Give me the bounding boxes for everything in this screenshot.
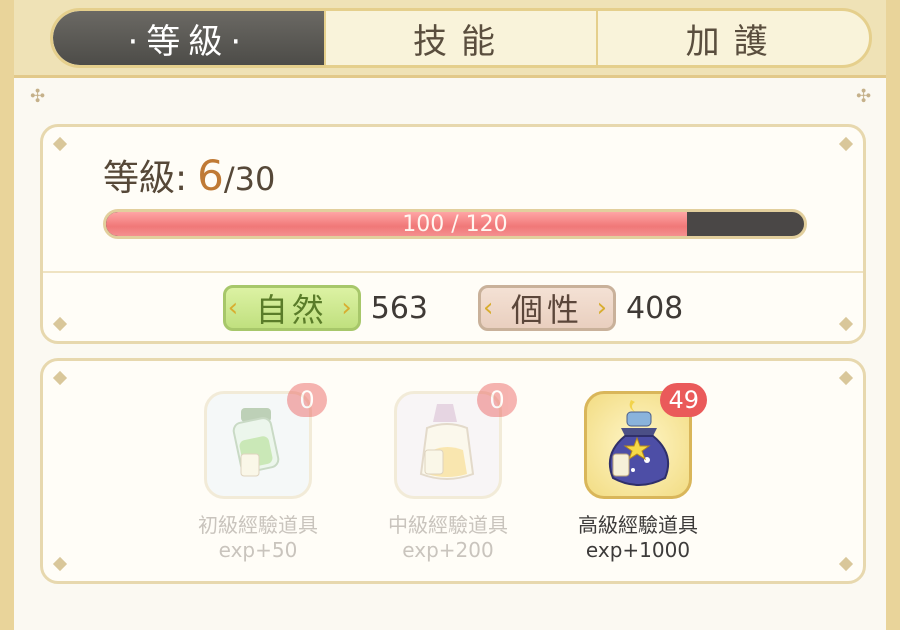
level-label: 等級: (103, 158, 188, 199)
nature-label: 自然 (255, 291, 328, 329)
nature-badge: ‹ 自然 › (222, 285, 361, 331)
stat-nature: ‹ 自然 › 563 (222, 285, 428, 331)
item-count-badge: 0 (287, 383, 327, 417)
corner-ornament-icon: ✣ (856, 86, 872, 107)
item-exp: exp+50 (218, 538, 298, 562)
tab-skills[interactable]: 技能 (326, 11, 599, 65)
level-row: 等級: 6 /30 (103, 149, 275, 201)
exp-item-intermediate[interactable]: 0 中級經驗道具 exp+200 (388, 383, 517, 562)
exp-items-list: 0 初級經驗道具 exp+50 0 中級經驗道具 exp+200 49 高級經驗… (198, 383, 707, 562)
item-exp: exp+200 (402, 538, 494, 562)
exp-progress-bar: 100 / 120 (103, 209, 807, 239)
divider (43, 271, 863, 273)
level-max: /30 (223, 160, 276, 198)
item-count-badge: 49 (660, 383, 707, 417)
stat-personality: ‹ 個性 › 408 (478, 285, 683, 331)
diamond-ornament-icon (838, 556, 854, 572)
nature-value: 563 (370, 290, 428, 326)
exp-progress-text: 100 / 120 (402, 211, 508, 237)
item-name: 高級經驗道具 (578, 513, 698, 537)
diamond-ornament-icon (838, 370, 854, 386)
personality-badge: ‹ 個性 › (478, 285, 616, 331)
stats-row: ‹ 自然 › 563 ‹ 個性 › 408 (43, 285, 863, 331)
item-name: 中級經驗道具 (388, 513, 508, 537)
diamond-ornament-icon (838, 136, 854, 152)
diamond-ornament-icon (52, 556, 68, 572)
tab-blessing[interactable]: 加護 (598, 11, 869, 65)
level-current: 6 (197, 151, 224, 200)
level-panel: 等級: 6 /30 100 / 120 ‹ 自然 › 563 ‹ 個性 › 40… (40, 124, 866, 344)
chevron-left-icon: ‹ (227, 293, 243, 323)
diamond-ornament-icon (52, 136, 68, 152)
tab-level[interactable]: ·等級· (53, 11, 326, 65)
corner-ornament-icon: ✣ (30, 86, 46, 107)
exp-item-advanced[interactable]: 49 高級經驗道具 exp+1000 (578, 383, 707, 562)
items-panel: 0 初級經驗道具 exp+50 0 中級經驗道具 exp+200 49 高級經驗… (40, 358, 866, 584)
personality-label: 個性 (510, 291, 583, 329)
item-count-badge: 0 (477, 383, 517, 417)
diamond-ornament-icon (52, 370, 68, 386)
exp-item-basic[interactable]: 0 初級經驗道具 exp+50 (198, 383, 327, 562)
item-exp: exp+1000 (585, 538, 691, 562)
tab-bar: ·等級· 技能 加護 (14, 0, 886, 78)
item-name: 初級經驗道具 (198, 513, 318, 537)
chevron-right-icon: › (596, 293, 611, 323)
chevron-right-icon: › (341, 293, 356, 323)
personality-value: 408 (626, 290, 684, 326)
chevron-left-icon: ‹ (483, 293, 498, 323)
